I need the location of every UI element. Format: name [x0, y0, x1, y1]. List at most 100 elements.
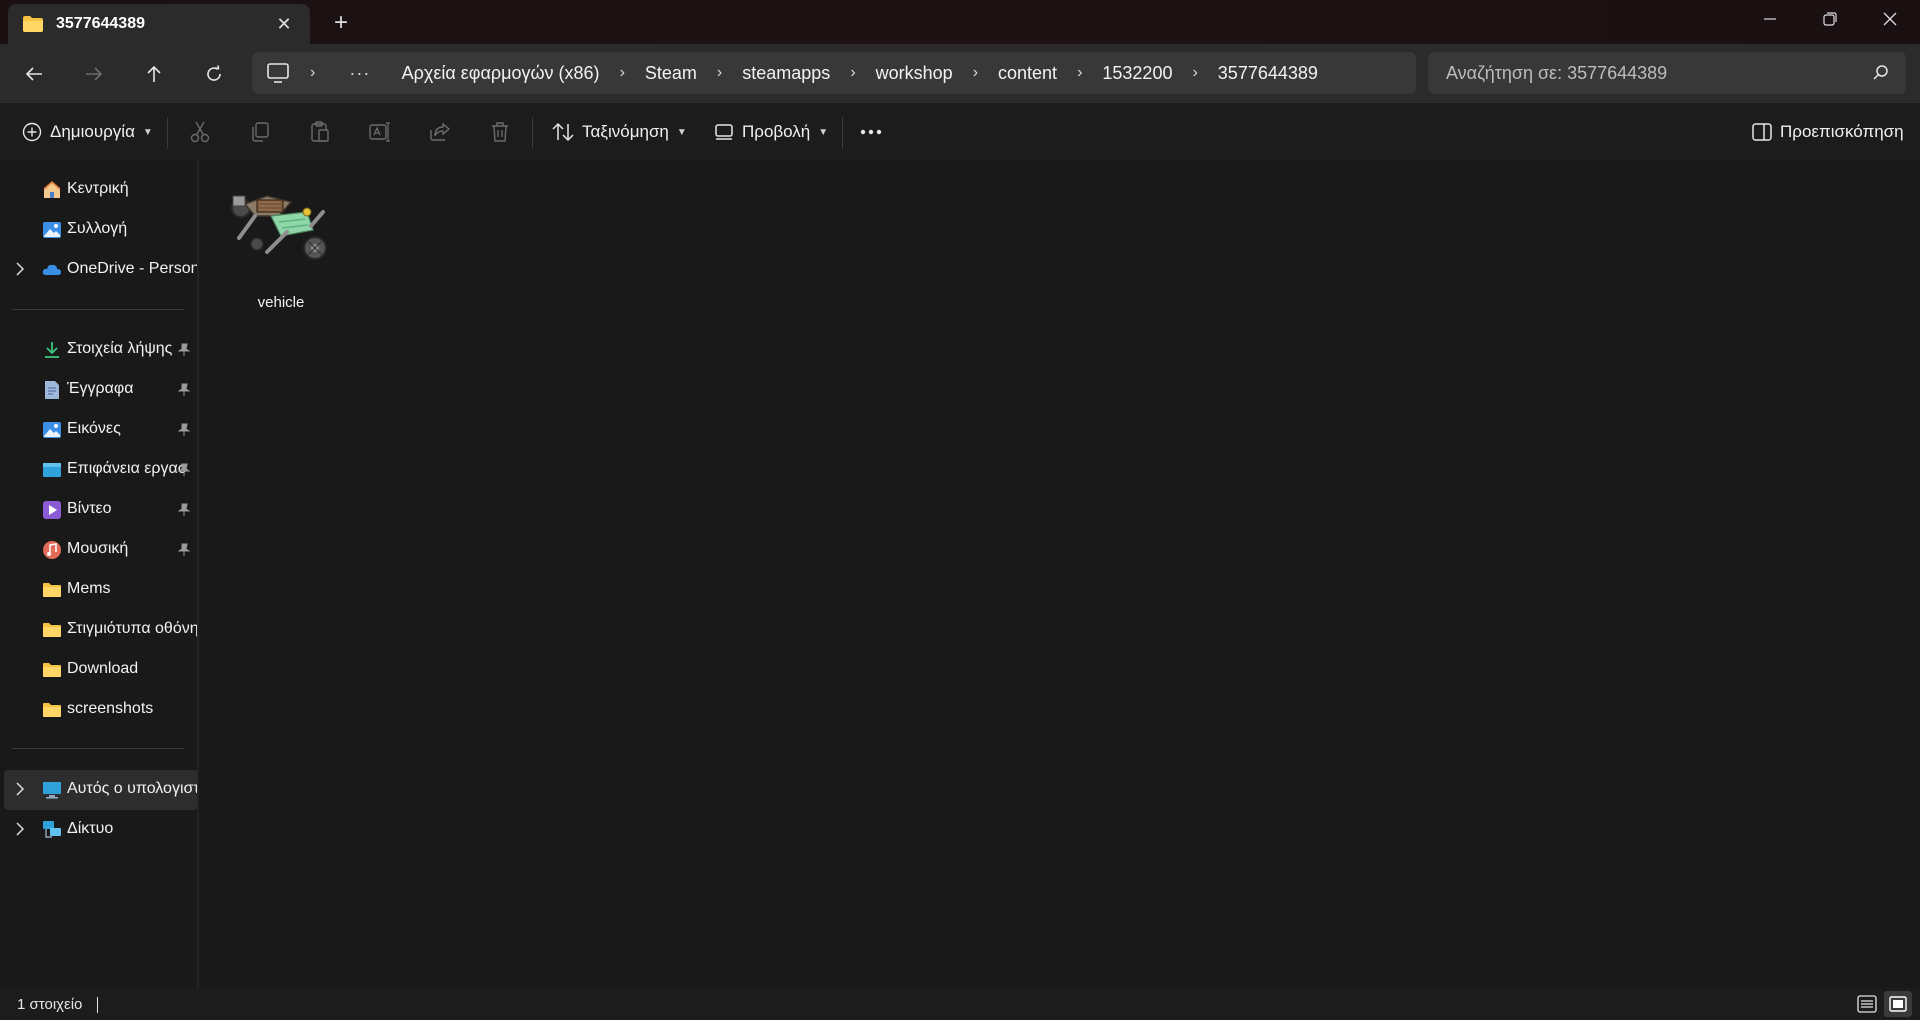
sidebar-item-network[interactable]: Δίκτυο: [0, 810, 198, 850]
pin-icon[interactable]: [178, 383, 190, 397]
folder-icon: [43, 623, 61, 637]
more-crumbs-icon[interactable]: ···: [349, 63, 370, 84]
pin-icon[interactable]: [178, 503, 190, 517]
sidebar-item-label: OneDrive - Persona: [67, 260, 197, 277]
refresh-icon[interactable]: [196, 56, 232, 92]
copy-icon[interactable]: [247, 119, 273, 145]
onedrive-icon: [42, 264, 61, 275]
breadcrumb[interactable]: › ··· › Αρχεία εφαρμογών (x86) › Steam ›…: [252, 52, 1416, 94]
folder-icon: [23, 16, 43, 32]
sidebar-item-videos[interactable]: Βίντεο: [0, 490, 198, 530]
divider: [12, 748, 184, 749]
sidebar-item-this-pc[interactable]: Αυτός ο υπολογιστ: [4, 770, 198, 810]
chevron-down-icon: ▼: [142, 126, 153, 138]
sort-button[interactable]: Ταξινόμηση ▼: [552, 116, 687, 148]
crumb-content[interactable]: content: [998, 63, 1057, 84]
chevron-right-icon[interactable]: ›: [310, 64, 315, 82]
sidebar-item-home[interactable]: Κεντρική: [0, 170, 198, 210]
title-bar: 3577644389 ✕ +: [0, 0, 1920, 44]
sidebar-item-download[interactable]: Download: [0, 650, 198, 690]
up-arrow-icon[interactable]: [136, 56, 172, 92]
sort-label: Ταξινόμηση: [582, 122, 669, 141]
pin-icon[interactable]: [178, 423, 190, 437]
music-icon: [43, 541, 61, 559]
address-row: › ··· › Αρχεία εφαρμογών (x86) › Steam ›…: [0, 44, 1920, 102]
pin-icon[interactable]: [178, 463, 190, 477]
restore-icon[interactable]: [1800, 0, 1860, 38]
sidebar-item-screenshots[interactable]: screenshots: [0, 690, 198, 730]
forward-arrow-icon[interactable]: [76, 56, 112, 92]
crumb-program-files[interactable]: Αρχεία εφαρμογών (x86): [402, 63, 600, 84]
search-input[interactable]: [1446, 62, 1846, 84]
navigation-pane: Κεντρική Συλλογή OneDrive - Persona Στοι…: [0, 160, 198, 988]
sidebar-item-downloads[interactable]: Στοιχεία λήψης: [0, 330, 198, 370]
chevron-right-icon[interactable]: ›: [620, 64, 625, 82]
sidebar-item-music[interactable]: Μουσική: [0, 530, 198, 570]
gallery-icon: [43, 222, 61, 238]
sidebar-item-label: Στιγμιότυπα οθόνη: [67, 620, 197, 637]
details-view-icon[interactable]: [1856, 994, 1878, 1014]
large-icons-view-icon[interactable]: [1884, 991, 1912, 1017]
rename-icon[interactable]: [367, 119, 393, 145]
sidebar-item-desktop[interactable]: Επιφάνεια εργασ: [0, 450, 198, 490]
pin-icon[interactable]: [178, 343, 190, 357]
back-arrow-icon[interactable]: [16, 56, 52, 92]
sidebar-item-gallery[interactable]: Συλλογή: [0, 210, 198, 250]
view-button[interactable]: Προβολή ▼: [714, 116, 828, 148]
status-bar: 1 στοιχείο: [0, 988, 1920, 1020]
status-separator: [97, 997, 98, 1013]
folder-icon: [43, 703, 61, 717]
search-box[interactable]: [1428, 52, 1906, 94]
preview-pane-icon: [1752, 123, 1772, 141]
chevron-right-icon[interactable]: ›: [1192, 64, 1197, 82]
file-name: vehicle: [257, 294, 305, 311]
crumb-steam[interactable]: Steam: [645, 63, 697, 84]
plus-icon[interactable]: +: [328, 10, 354, 36]
sidebar-item-pictures[interactable]: Εικόνες: [0, 410, 198, 450]
sidebar-item-mems[interactable]: Mems: [0, 570, 198, 610]
new-button[interactable]: Δημιουργία ▼: [22, 116, 153, 148]
chevron-right-icon[interactable]: [15, 262, 29, 278]
file-item-vehicle[interactable]: vehicle: [221, 176, 341, 326]
add-circle-icon: [22, 122, 42, 142]
delete-icon[interactable]: [487, 119, 513, 145]
chevron-right-icon[interactable]: [15, 782, 29, 798]
file-list[interactable]: vehicle: [199, 160, 1920, 988]
chevron-right-icon[interactable]: ›: [973, 64, 978, 82]
tab-current-folder[interactable]: 3577644389 ✕: [8, 4, 310, 44]
divider: [12, 309, 184, 310]
sidebar-item-label: Download: [67, 660, 139, 677]
preview-label: Προεπισκόπηση: [1780, 122, 1904, 141]
chevron-right-icon[interactable]: ›: [1077, 64, 1082, 82]
crumb-steamapps[interactable]: steamapps: [742, 63, 830, 84]
tab-title: 3577644389: [56, 15, 145, 32]
cut-icon[interactable]: [187, 119, 213, 145]
close-tab-icon[interactable]: ✕: [274, 14, 294, 34]
divider: [532, 117, 533, 149]
pin-icon[interactable]: [178, 543, 190, 557]
sidebar-item-documents[interactable]: Έγγραφα: [0, 370, 198, 410]
minimize-icon[interactable]: [1740, 0, 1800, 38]
sidebar-item-label: Κεντρική: [67, 180, 129, 197]
chevron-right-icon[interactable]: [15, 822, 29, 838]
search-icon[interactable]: [1872, 64, 1890, 82]
close-icon[interactable]: [1860, 0, 1920, 38]
sidebar-item-onedrive[interactable]: OneDrive - Persona: [0, 250, 198, 290]
preview-pane-button[interactable]: Προεπισκόπηση: [1752, 116, 1904, 148]
more-options-icon[interactable]: [860, 116, 882, 148]
sidebar-item-screenshots-greek[interactable]: Στιγμιότυπα οθόνη: [0, 610, 198, 650]
chevron-right-icon[interactable]: ›: [850, 64, 855, 82]
view-label: Προβολή: [742, 122, 811, 141]
folder-icon: [43, 663, 61, 677]
new-label: Δημιουργία: [50, 122, 135, 141]
crumb-app-id[interactable]: 1532200: [1102, 63, 1172, 84]
paste-icon[interactable]: [307, 119, 333, 145]
share-icon[interactable]: [427, 119, 453, 145]
computer-icon[interactable]: [266, 62, 290, 84]
pictures-icon: [43, 422, 61, 438]
view-icon: [715, 124, 733, 140]
command-bar: Δημιουργία ▼ Ταξινόμηση ▼ Προβολή ▼ Προε…: [0, 102, 1920, 160]
crumb-current[interactable]: 3577644389: [1218, 63, 1318, 84]
chevron-right-icon[interactable]: ›: [717, 64, 722, 82]
crumb-workshop[interactable]: workshop: [876, 63, 953, 84]
